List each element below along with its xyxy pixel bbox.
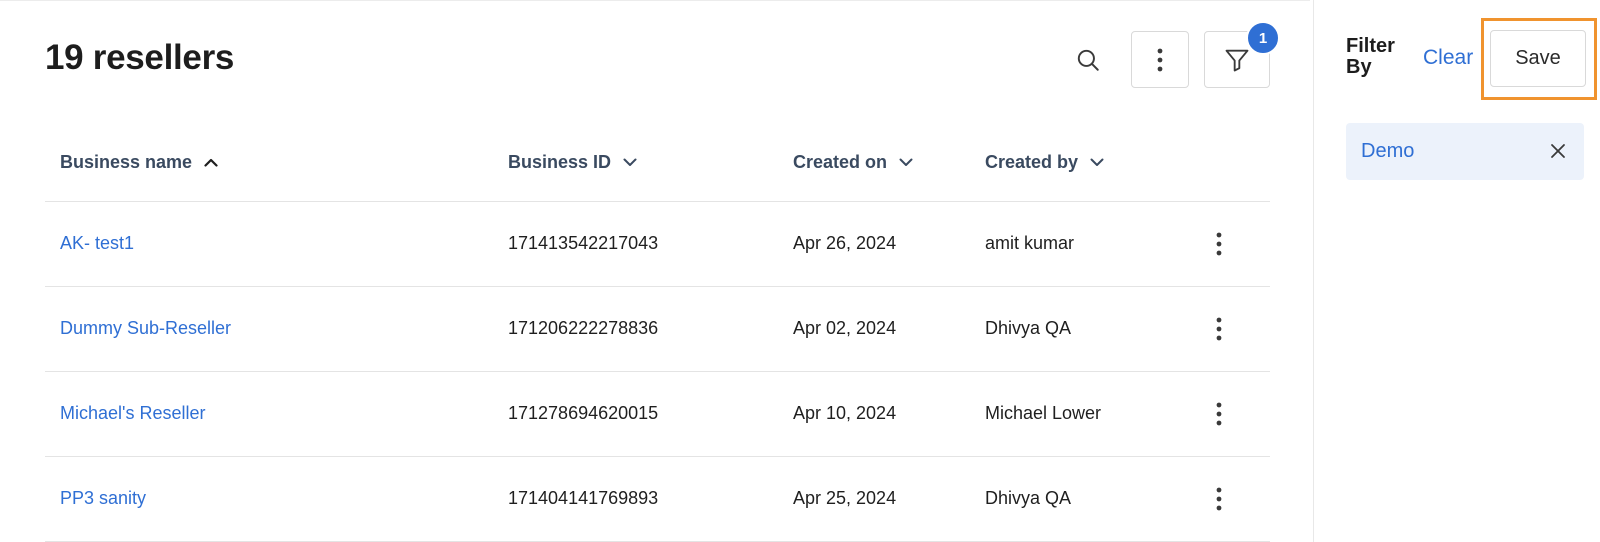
column-header-business-id[interactable]: Business ID [508,152,637,173]
filter-panel: Filter By Clear Save Demo [1313,0,1600,542]
business-name-link[interactable]: AK- test1 [60,233,134,254]
created-on: Apr 25, 2024 [793,488,897,508]
table-row: Michael's Reseller 171278694620015 Apr 1… [45,372,1270,457]
created-on: Apr 02, 2024 [793,318,897,338]
created-by: Dhivya QA [985,318,1072,338]
resellers-table: Business name Business ID Created on Cre… [45,130,1270,542]
business-id: 171278694620015 [508,403,659,423]
business-id: 171413542217043 [508,233,659,253]
save-button[interactable]: Save [1490,30,1586,87]
filter-icon [1225,49,1249,71]
more-vertical-icon [1216,232,1222,256]
table-row: AK- test1 171413542217043 Apr 26, 2024 a… [45,202,1270,287]
created-on: Apr 26, 2024 [793,233,897,253]
created-by: Dhivya QA [985,488,1072,508]
table-header: Business name Business ID Created on Cre… [45,130,1270,202]
column-header-business-name[interactable]: Business name [60,152,218,173]
row-actions-button[interactable] [1207,313,1231,345]
more-options-button[interactable] [1131,31,1189,88]
resellers-list: 19 resellers 1 Business name Business ID [0,0,1310,542]
row-actions-button[interactable] [1207,228,1231,260]
filter-panel-title: Filter By [1346,35,1395,78]
created-by: Michael Lower [985,403,1102,423]
filter-count-badge: 1 [1246,21,1280,55]
search-button[interactable] [1068,40,1108,80]
column-label: Business ID [508,152,612,172]
close-icon [1551,144,1565,158]
column-label: Created on [793,152,888,172]
page-title: 19 resellers [45,38,235,77]
more-vertical-icon [1216,487,1222,511]
business-name-link[interactable]: PP3 sanity [60,488,146,509]
business-name-link[interactable]: Michael's Reseller [60,403,206,424]
clear-filters-link[interactable]: Clear [1423,46,1473,70]
chevron-down-icon [1090,158,1104,166]
filter-chip-label: Demo [1361,140,1415,162]
chevron-up-icon [204,158,218,167]
business-id: 171206222278836 [508,318,659,338]
more-vertical-icon [1157,48,1163,71]
created-on: Apr 10, 2024 [793,403,897,423]
chevron-down-icon [899,158,913,166]
column-label: Business name [60,152,193,172]
filter-chip[interactable]: Demo [1346,123,1584,180]
row-actions-button[interactable] [1207,398,1231,430]
column-header-created-by[interactable]: Created by [985,152,1104,173]
table-row: PP3 sanity 171404141769893 Apr 25, 2024 … [45,457,1270,542]
more-vertical-icon [1216,402,1222,426]
business-name-link[interactable]: Dummy Sub-Reseller [60,318,231,339]
remove-filter-button[interactable] [1546,139,1570,163]
chevron-down-icon [623,158,637,166]
more-vertical-icon [1216,317,1222,341]
business-id: 171404141769893 [508,488,659,508]
search-icon [1077,49,1099,71]
row-actions-button[interactable] [1207,483,1231,515]
created-by: amit kumar [985,233,1075,253]
column-label: Created by [985,152,1079,172]
table-row: Dummy Sub-Reseller 171206222278836 Apr 0… [45,287,1270,372]
column-header-created-on[interactable]: Created on [793,152,913,173]
